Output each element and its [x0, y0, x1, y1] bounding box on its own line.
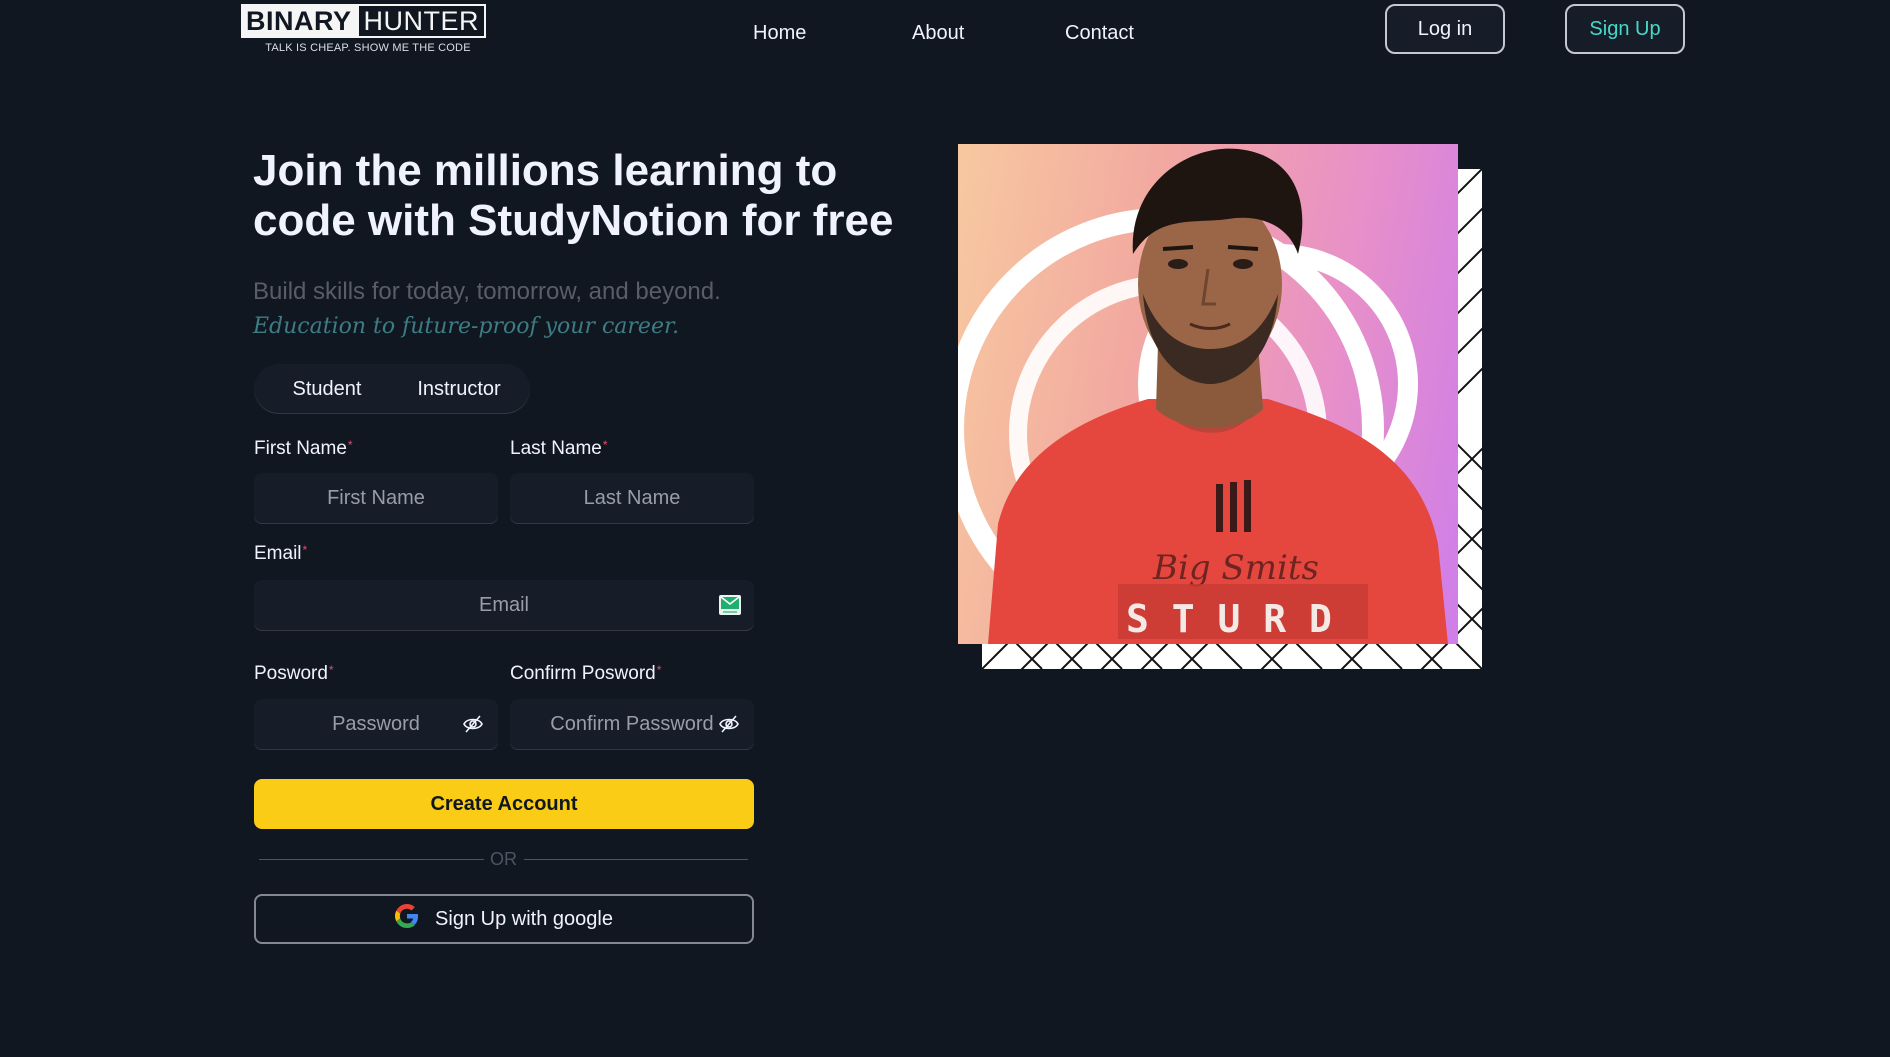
login-button[interactable]: Log in — [1385, 4, 1505, 54]
first-name-placeholder: First Name — [327, 486, 425, 509]
last-name-label-text: Last Name — [510, 438, 602, 459]
shirt-text: S T U R D — [1126, 597, 1332, 641]
divider-line-left — [259, 859, 484, 860]
navbar: BINARY HUNTER TALK IS CHEAP. SHOW ME THE… — [0, 0, 1890, 72]
email-label-text: Email — [254, 543, 302, 564]
required-mark: * — [347, 438, 353, 452]
password-placeholder: Password — [332, 712, 420, 735]
first-name-label: First Name* — [254, 438, 353, 460]
email-field[interactable]: Email — [254, 580, 754, 630]
confirm-password-placeholder: Confirm Password — [550, 712, 714, 735]
shirt-script-text: Big Smits — [1152, 548, 1319, 588]
email-label: Email* — [254, 543, 307, 565]
google-signup-button[interactable]: Sign Up with google — [254, 894, 754, 944]
role-toggle: Student Instructor — [254, 364, 530, 414]
logo-word-hunter: HUNTER — [356, 4, 487, 38]
last-name-label: Last Name* — [510, 438, 608, 460]
required-mark: * — [602, 438, 608, 452]
password-field[interactable]: Password — [254, 699, 498, 749]
page-subtitle: Build skills for today, tomorrow, and be… — [253, 278, 721, 305]
required-mark: * — [302, 543, 308, 557]
nav-link-home[interactable]: Home — [753, 22, 806, 45]
password-label: Posword* — [254, 663, 334, 685]
nav-link-contact[interactable]: Contact — [1065, 22, 1134, 45]
password-label-text: Posword — [254, 663, 328, 684]
eye-slash-icon[interactable] — [462, 713, 484, 735]
nav-link-about[interactable]: About — [912, 22, 964, 45]
required-mark: * — [328, 663, 334, 677]
confirm-password-label: Confirm Posword* — [510, 663, 661, 685]
logo[interactable]: BINARY HUNTER TALK IS CHEAP. SHOW ME THE… — [241, 4, 489, 58]
last-name-placeholder: Last Name — [583, 486, 681, 509]
hero-image: Big Smits S T U R D — [958, 144, 1458, 644]
confirm-password-label-text: Confirm Posword — [510, 663, 656, 684]
create-account-button[interactable]: Create Account — [254, 779, 754, 829]
email-placeholder: Email — [478, 593, 529, 616]
first-name-label-text: First Name — [254, 438, 347, 459]
logo-word-binary: BINARY — [241, 4, 357, 38]
logo-tagline: TALK IS CHEAP. SHOW ME THE CODE — [265, 42, 471, 54]
page-highlight: Education to future-proof your career. — [253, 314, 680, 339]
first-name-field[interactable]: First Name — [254, 473, 498, 523]
signup-button[interactable]: Sign Up — [1565, 4, 1685, 54]
or-divider-text: OR — [490, 849, 517, 869]
google-icon — [395, 904, 419, 934]
eye-slash-icon[interactable] — [718, 713, 740, 735]
email-icon — [718, 594, 741, 616]
last-name-field[interactable]: Last Name — [510, 473, 754, 523]
confirm-password-field[interactable]: Confirm Password — [510, 699, 754, 749]
divider-line-right — [524, 859, 748, 860]
tab-instructor[interactable]: Instructor — [394, 364, 524, 414]
page-title: Join the millions learning to code with … — [253, 146, 894, 245]
google-signup-label: Sign Up with google — [435, 907, 613, 930]
tab-student[interactable]: Student — [262, 364, 392, 414]
required-mark: * — [656, 663, 662, 677]
